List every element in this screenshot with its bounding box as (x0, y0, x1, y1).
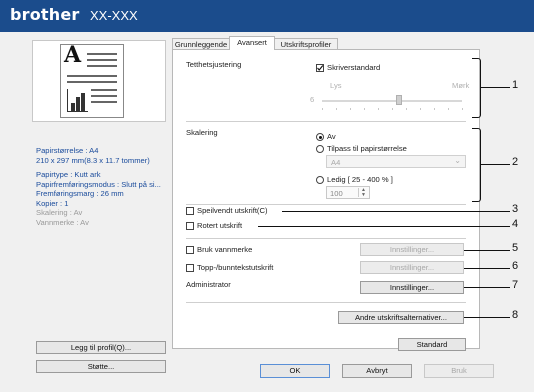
watermark-checkbox[interactable] (186, 246, 194, 254)
other-print-options-button[interactable]: Andre utskriftsalternativer... (338, 311, 464, 324)
summary-line: Kopier : 1 (36, 198, 69, 208)
callout-number-1: 1 (512, 79, 519, 91)
callout-bracket-2 (472, 128, 481, 202)
density-value: 6 (310, 95, 315, 104)
watermark-settings-button[interactable]: Innstillinger... (360, 243, 464, 256)
rotate-print-label: Rotert utskrift (197, 221, 243, 230)
add-profile-button[interactable]: Legg til profil(Q)... (36, 341, 166, 354)
slider-tick (462, 108, 463, 110)
advanced-tab-panel (172, 49, 480, 349)
printer-default-label: Skriverstandard (327, 63, 381, 72)
slider-tick (406, 108, 407, 110)
scaling-off-label: Av (327, 132, 336, 141)
window-title: XX-XXX (90, 8, 138, 23)
scaling-free-label: Ledig [ 25 - 400 % ] (327, 175, 393, 184)
scaling-fit-label: Tilpass til papirstørrelse (327, 144, 407, 153)
mirror-print-label: Speilvendt utskrift(C) (197, 206, 268, 215)
rotate-print-checkbox[interactable] (186, 222, 194, 230)
density-dark-label: Mørk (452, 81, 470, 90)
title-bar: brother XX-XXX (0, 0, 534, 32)
header-footer-label: Topp-/bunntekstutskrift (197, 263, 274, 272)
slider-tick (434, 108, 435, 110)
callout-line-7 (464, 287, 510, 288)
density-label: Tetthetsjustering (186, 60, 242, 69)
summary-line: Papirtype : Kutt ark (36, 170, 101, 179)
separator (186, 204, 466, 205)
callout-line-3 (282, 211, 510, 212)
cancel-button[interactable]: Avbryt (342, 364, 412, 378)
separator (186, 238, 466, 239)
callout-number-7: 7 (512, 279, 519, 291)
scaling-fit-radio[interactable] (316, 145, 324, 153)
callout-line-2 (480, 164, 510, 165)
summary-line: Papirfremføringsmodus : Slutt på si... (36, 179, 161, 189)
callout-number-4: 4 (512, 218, 519, 230)
slider-tick (378, 108, 379, 110)
density-slider-ticks (322, 108, 463, 110)
scale-percent-input[interactable]: 100 ▲ ▼ (326, 186, 370, 199)
slider-tick (322, 108, 323, 110)
preview-letter: A (64, 42, 82, 68)
summary-line: Vannmerke : Av (36, 217, 89, 227)
summary-line: Papirstørrelse : A4 (36, 146, 99, 155)
tab-advanced[interactable]: Avansert (229, 36, 275, 50)
slider-tick (336, 108, 337, 110)
callout-number-5: 5 (512, 242, 519, 254)
scaling-off-radio[interactable] (316, 133, 324, 141)
admin-settings-button[interactable]: Innstillinger... (360, 281, 464, 294)
callout-line-6 (464, 268, 510, 269)
ok-button[interactable]: OK (260, 364, 330, 378)
density-light-label: Lys (330, 81, 342, 90)
density-slider-thumb[interactable] (396, 95, 402, 105)
separator (186, 121, 466, 122)
paper-size-select[interactable]: A4 ⌄ (326, 155, 466, 168)
apply-button[interactable]: Bruk (424, 364, 494, 378)
chevron-down-icon: ⌄ (454, 156, 461, 165)
printer-default-checkbox[interactable] (316, 64, 324, 72)
slider-tick (420, 108, 421, 110)
density-slider-track (322, 100, 462, 102)
header-footer-settings-button[interactable]: Innstillinger... (360, 261, 464, 274)
callout-line-8 (464, 317, 510, 318)
scaling-label: Skalering (186, 128, 218, 137)
slider-tick (350, 108, 351, 110)
settings-summary: Papirstørrelse : A4 210 x 297 mm(8.3 x 11… (36, 146, 176, 227)
separator (186, 302, 466, 303)
spinner-arrows-icon[interactable]: ▲ ▼ (358, 188, 368, 197)
summary-line: 210 x 297 mm(8.3 x 11.7 tommer) (36, 155, 150, 165)
paper-size-value: A4 (331, 158, 341, 167)
callout-number-3: 3 (512, 203, 519, 215)
callout-number-6: 6 (512, 260, 519, 272)
watermark-label: Bruk vannmerke (197, 245, 253, 254)
callout-number-8: 8 (512, 309, 519, 321)
summary-line: Skalering : Av (36, 208, 83, 217)
callout-number-2: 2 (512, 156, 519, 168)
callout-line-1 (480, 87, 510, 88)
summary-line: Fremføringsmarg : 26 mm (36, 189, 124, 198)
brand-logo: brother (10, 5, 80, 24)
slider-tick (448, 108, 449, 110)
standard-button[interactable]: Standard (398, 338, 466, 351)
support-button[interactable]: Støtte... (36, 360, 166, 373)
scale-percent-value: 100 (330, 189, 343, 198)
slider-tick (392, 108, 393, 110)
callout-bracket-1 (472, 58, 481, 118)
callout-line-4 (258, 226, 510, 227)
administrator-label: Administrator (186, 280, 231, 289)
slider-tick (364, 108, 365, 110)
scaling-free-radio[interactable] (316, 176, 324, 184)
mirror-print-checkbox[interactable] (186, 207, 194, 215)
header-footer-checkbox[interactable] (186, 264, 194, 272)
callout-line-5 (464, 250, 510, 251)
